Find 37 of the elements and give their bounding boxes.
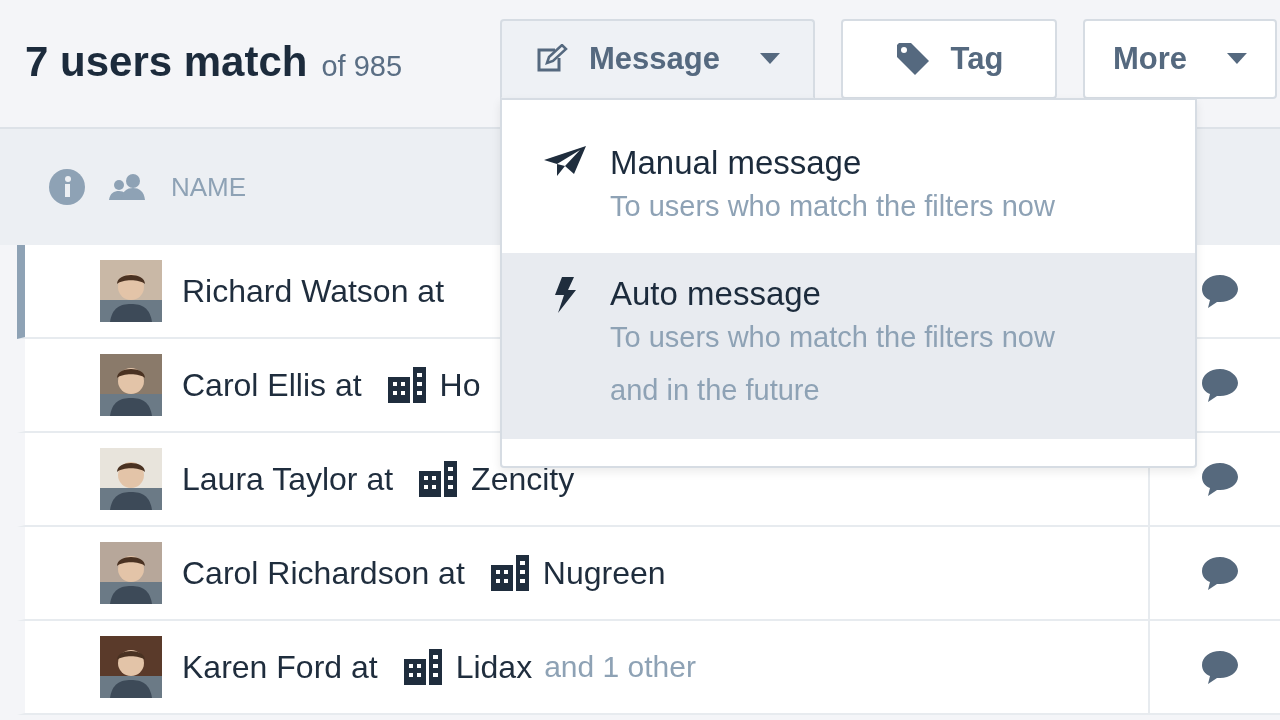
dropdown-button[interactable]: Message (500, 19, 815, 99)
chat-icon[interactable] (1201, 649, 1239, 685)
building-icon (419, 461, 458, 497)
company-name[interactable]: Lidax (455, 648, 533, 686)
table-row[interactable]: Carol Richardson at Nugreen (17, 527, 1280, 621)
menu-item-title: Auto message (610, 275, 822, 313)
user-name[interactable]: Richard Watson at (182, 272, 445, 310)
company-name[interactable]: Ho (439, 366, 481, 404)
edit-icon (535, 44, 569, 74)
paper-plane-icon (544, 146, 586, 176)
results-title: 7 users match (25, 38, 308, 86)
chat-icon[interactable] (1201, 461, 1239, 497)
chat-icon[interactable] (1201, 273, 1239, 309)
caret-icon (760, 53, 780, 65)
building-icon (387, 367, 426, 403)
company-extra: and 1 other (544, 650, 696, 684)
chat-icon[interactable] (1201, 555, 1239, 591)
tag-button[interactable]: Tag (841, 19, 1057, 99)
user-name[interactable]: Laura Taylor at (182, 460, 394, 498)
user-name[interactable]: Carol Ellis at (182, 366, 362, 404)
info-icon (49, 169, 85, 205)
chat-icon[interactable] (1201, 367, 1239, 403)
user-name[interactable]: Carol Richardson at (182, 554, 465, 592)
dropdown-button[interactable]: More (1083, 19, 1277, 99)
building-icon (490, 555, 529, 591)
menu-item[interactable]: Manual message To users who match the filters now (502, 100, 1195, 253)
tag-icon (894, 41, 931, 77)
menu-item[interactable]: Auto message To users who match the filters now and in the future (502, 253, 1195, 439)
building-icon (403, 649, 442, 685)
company-name[interactable]: Nugreen (542, 554, 666, 592)
table-row[interactable]: Karen Ford at Lidax and 1 other (17, 621, 1280, 715)
user-name[interactable]: Karen Ford at (182, 648, 378, 686)
results-total: of 985 (321, 50, 403, 83)
caret-icon (1227, 53, 1247, 65)
menu-item-title: Manual message (610, 144, 863, 182)
menu-item-description: To users who match the filters now and in the future (610, 320, 1056, 408)
menu-item-description: To users who match the filters now (610, 189, 1056, 224)
